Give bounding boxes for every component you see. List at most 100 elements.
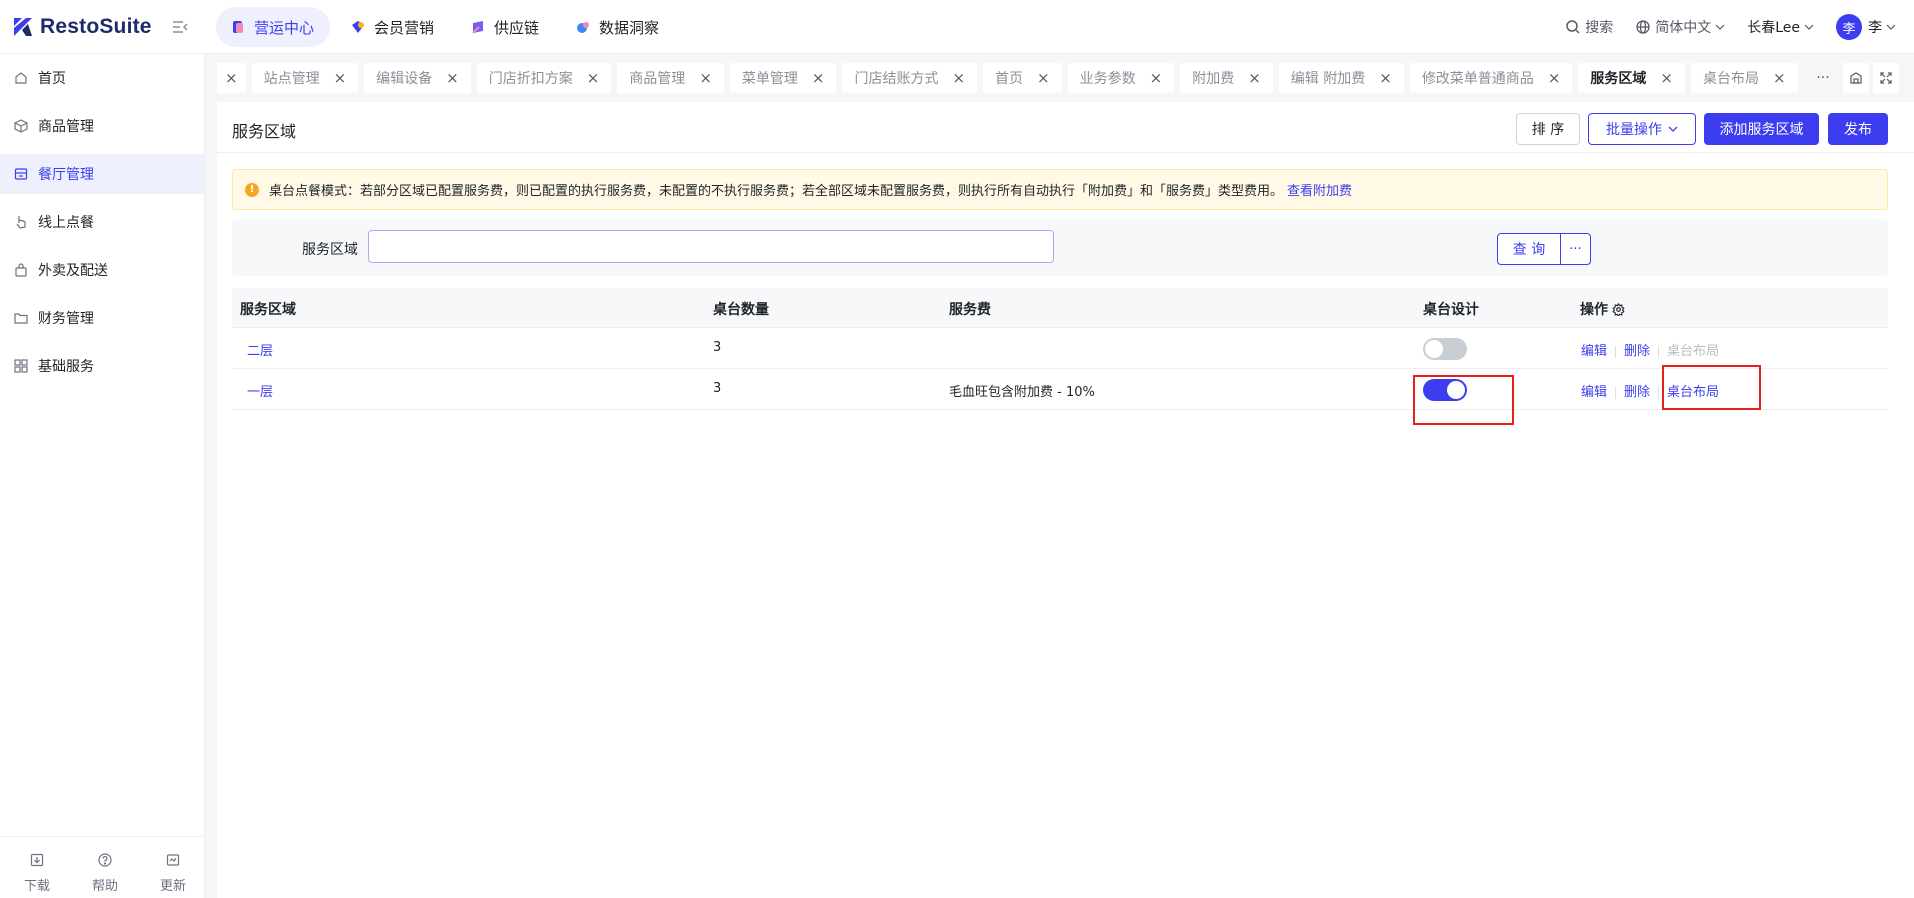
store-icon [14,168,28,180]
tab-item[interactable]: 桌台布局 × [1690,63,1798,93]
store-label: 长春Lee [1747,20,1800,36]
store-selector[interactable]: 长春Lee [1747,17,1814,37]
tab-item[interactable]: 菜单管理 × [729,63,837,93]
download-button[interactable]: 下载 [6,837,68,898]
close-icon[interactable]: × [334,69,347,87]
service-area-table: 服务区域 桌台数量 服务费 桌台设计 操作 二层 3 编辑 删除 桌台布局 一层 3… [232,288,1888,410]
highlight-box-toggle [1413,375,1514,425]
chevron-down-icon [1715,24,1725,30]
menu-collapse-icon[interactable] [170,17,190,37]
header-area: 服务区域 [240,302,296,318]
add-service-area-button[interactable]: 添加服务区域 [1704,113,1819,145]
toggle-knob [1425,340,1443,358]
separator [1615,386,1617,399]
sidebar-item-label: 基础服务 [38,359,94,375]
table-header: 服务区域 桌台数量 服务费 桌台设计 操作 [232,288,1888,328]
tab-item[interactable]: 编辑 附加费 × [1278,63,1404,93]
home-icon [15,72,27,84]
separator [1658,345,1660,358]
close-icon[interactable]: × [1548,69,1561,87]
user-menu[interactable]: 李 李 [1836,14,1896,40]
bag-icon [15,263,27,277]
tab-item[interactable]: 门店折扣方案 × [476,63,612,93]
sidebar-item-products[interactable]: 商品管理 [0,106,205,146]
view-surcharge-link[interactable]: 查看附加费 [1287,180,1352,199]
publish-button[interactable]: 发布 [1828,113,1888,145]
sort-button[interactable]: 排 序 [1516,113,1580,145]
home-tab-button[interactable] [1843,63,1869,93]
edit-link[interactable]: 编辑 [1581,385,1607,400]
tab-item[interactable]: 附加费 × [1180,63,1273,93]
table-layout-link: 桌台布局 [1667,344,1720,359]
sidebar-item-delivery[interactable]: 外卖及配送 [0,250,205,290]
tab-item[interactable]: 门店结账方式 × [842,63,978,93]
sidebar-item-online-order[interactable]: 线上点餐 [0,202,205,242]
close-icon[interactable]: × [225,69,238,87]
close-icon[interactable]: × [446,69,459,87]
update-button[interactable]: 更新 [142,837,204,898]
delete-link[interactable]: 删除 [1624,344,1650,359]
close-icon[interactable]: × [1773,69,1786,87]
search-button[interactable]: 搜索 [1565,17,1613,37]
tab-label: 编辑 附加费 [1290,71,1366,87]
topnav-supply[interactable]: 供应链 [456,7,555,47]
area-link[interactable]: 二层 [247,340,273,359]
sidebar-item-home[interactable]: 首页 [0,58,205,98]
topnav-data[interactable]: 数据洞察 [561,7,675,47]
batch-operation-button[interactable]: 批量操作 [1588,113,1696,145]
close-icon[interactable]: × [1150,69,1163,87]
operations-icon [233,21,243,33]
alert-text: 桌台点餐模式：若部分区域已配置服务费，则已配置的执行服务费，未配置的不执行服务费… [269,184,1284,199]
topnav-label: 会员营销 [374,18,435,37]
fullscreen-button[interactable] [1873,63,1899,93]
close-icon[interactable]: × [1037,69,1050,87]
top-right-tools: 搜索 简体中文 长春Lee 李 李 [1565,0,1914,54]
filter-bar: 服务区域 查 询 ··· [232,219,1888,276]
delete-link[interactable]: 删除 [1624,385,1650,400]
close-icon[interactable]: × [1379,69,1392,87]
box-icon [14,119,28,133]
logo-mark-icon [14,18,32,36]
tab-item[interactable]: 站点管理 × [251,63,359,93]
tab-label: 门店折扣方案 [488,71,573,87]
app-logo[interactable]: RestoSuite [12,14,152,40]
close-icon[interactable]: × [812,69,825,87]
topnav-member[interactable]: 会员营销 [336,7,450,47]
tab-item[interactable]: 业务参数 × [1067,63,1175,93]
search-label: 搜索 [1585,20,1614,36]
edit-link[interactable]: 编辑 [1581,344,1607,359]
tab-item[interactable]: 修改菜单普通商品 × [1409,63,1573,93]
more-filters-button[interactable]: ··· [1560,233,1591,265]
header-table-design: 桌台设计 [1423,302,1479,318]
tab-item[interactable]: 商品管理 × [617,63,724,93]
table-design-toggle[interactable] [1423,338,1467,360]
sidebar-item-finance[interactable]: 财务管理 [0,298,205,338]
close-icon[interactable]: × [587,69,600,87]
service-area-search-input[interactable] [368,230,1054,263]
close-icon[interactable]: × [952,69,965,87]
download-label: 下载 [23,879,50,894]
row-actions: 编辑 删除 桌台布局 [1581,340,1719,359]
batch-label: 批量操作 [1606,122,1662,138]
tab-label: 商品管理 [629,71,686,87]
sidebar-item-restaurant[interactable]: 餐厅管理 [0,154,205,194]
tab-item-active[interactable]: 服务区域 × [1578,63,1685,93]
language-selector[interactable]: 简体中文 [1635,17,1725,37]
close-icon[interactable]: × [699,69,712,87]
sidebar-item-basic-services[interactable]: 基础服务 [0,346,205,386]
help-button[interactable]: 帮助 [74,837,136,898]
query-button[interactable]: 查 询 [1497,233,1561,265]
close-icon[interactable]: × [1248,69,1261,87]
tab-label: 菜单管理 [741,71,798,87]
header-actions: 操作 [1580,299,1625,319]
settings-icon[interactable] [1612,302,1625,316]
tab-item[interactable]: 首页 × [983,63,1062,93]
close-icon[interactable]: × [1660,69,1673,87]
tab-item[interactable]: 编辑设备 × [364,63,471,93]
topnav-operations[interactable]: 营运中心 [216,7,331,47]
download-icon [30,853,44,867]
tab-close-left[interactable]: × [217,63,246,93]
info-alert: ! 桌台点餐模式：若部分区域已配置服务费，则已配置的执行服务费，未配置的不执行服… [232,169,1888,210]
area-link[interactable]: 一层 [247,381,273,400]
tabs-more-button[interactable]: ··· [1809,63,1837,93]
